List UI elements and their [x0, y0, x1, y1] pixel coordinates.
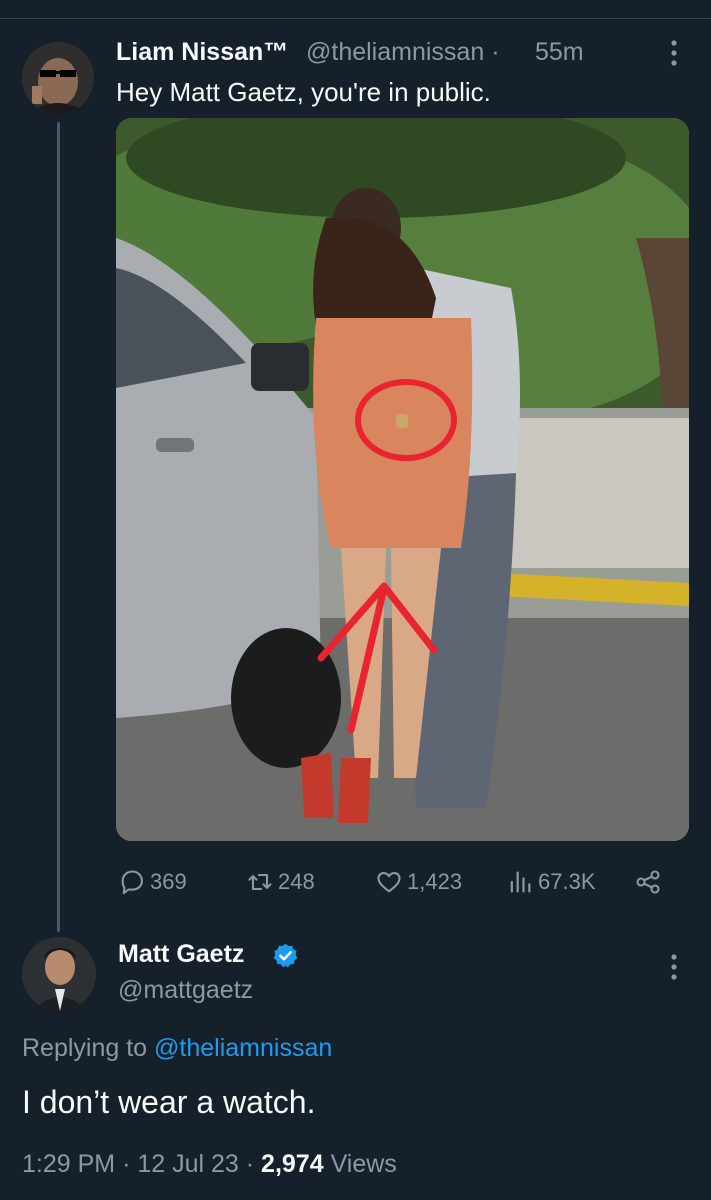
share-icon: [636, 870, 660, 894]
reply-view-count[interactable]: 2,974: [261, 1150, 324, 1178]
avatar-liam-nissan[interactable]: [22, 42, 94, 114]
reply-time[interactable]: 1:29 PM: [22, 1150, 115, 1178]
verified-badge-icon[interactable]: [272, 942, 299, 969]
reply-count: 369: [150, 869, 187, 894]
tweet-author-name[interactable]: Liam Nissan™: [116, 38, 288, 67]
reply-text: I don’t wear a watch.: [22, 1084, 316, 1120]
reply-author-name[interactable]: Matt Gaetz: [118, 940, 244, 969]
tweet-text: Hey Matt Gaetz, you're in public.: [116, 77, 491, 107]
retweet-icon: [248, 873, 272, 891]
avatar-image: [22, 937, 96, 1011]
like-icon: [377, 871, 401, 893]
top-divider: [0, 18, 711, 19]
retweet-action[interactable]: 248: [246, 862, 315, 902]
replying-to-label: Replying to: [22, 1034, 148, 1062]
tweet-action-bar: 369 248 1,423 67.3K: [0, 862, 711, 902]
replying-to: Replying to @theliamnissan: [22, 1034, 332, 1063]
share-action[interactable]: [634, 862, 666, 902]
handle-text[interactable]: @theliamnissan: [306, 38, 484, 66]
views-count: 67.3K: [538, 869, 596, 894]
like-count: 1,423: [407, 869, 463, 894]
tweet-time[interactable]: 55m: [535, 38, 584, 67]
reply-views-label: Views: [330, 1150, 397, 1178]
retweet-count: 248: [278, 869, 315, 894]
tweet-photo[interactable]: [116, 118, 689, 841]
thread-connector-line: [57, 122, 60, 932]
views-icon: [510, 871, 531, 893]
replying-to-mention[interactable]: @theliamnissan: [154, 1034, 332, 1062]
like-action[interactable]: 1,423: [375, 862, 462, 902]
reply-icon: [121, 870, 143, 895]
avatar-image: [22, 42, 94, 114]
separator-dot: ·: [245, 1150, 255, 1178]
photo-image: [116, 118, 689, 841]
separator-dot: ·: [122, 1150, 131, 1178]
reply-meta: 1:29 PM · 12 Jul 23 · 2,974 Views: [22, 1150, 397, 1179]
reply-author-handle[interactable]: @mattgaetz: [118, 976, 253, 1005]
tweet-author-handle[interactable]: @theliamnissan ·: [306, 38, 500, 67]
more-icon[interactable]: [664, 38, 684, 68]
separator-dot: ·: [491, 38, 500, 66]
more-icon[interactable]: [664, 952, 684, 982]
reply-action[interactable]: 369: [118, 862, 187, 902]
avatar-matt-gaetz[interactable]: [22, 937, 96, 1011]
views-action[interactable]: 67.3K: [506, 862, 596, 902]
reply-date[interactable]: 12 Jul 23: [137, 1150, 238, 1178]
